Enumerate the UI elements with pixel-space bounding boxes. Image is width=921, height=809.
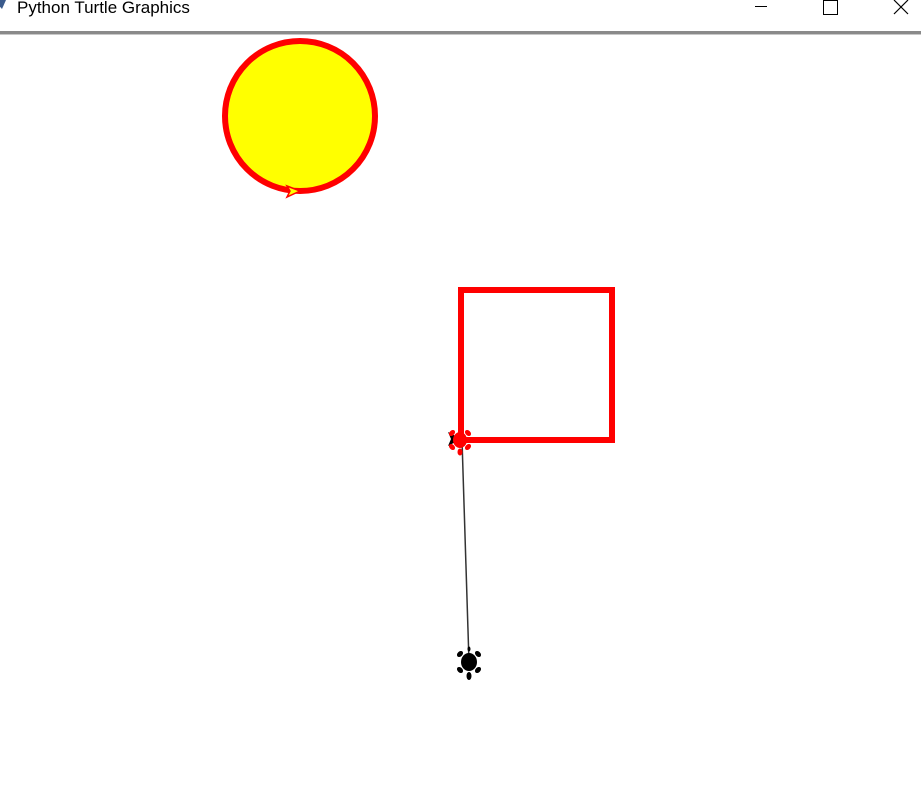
red-square bbox=[458, 287, 615, 443]
maximize-button[interactable] bbox=[806, 0, 852, 20]
minimize-button[interactable] bbox=[738, 0, 784, 20]
maximize-icon bbox=[823, 0, 838, 15]
python-app-icon bbox=[0, 0, 6, 9]
turtle-window: Python Turtle Graphics bbox=[0, 0, 921, 809]
title-bar[interactable]: Python Turtle Graphics bbox=[0, 0, 921, 31]
close-button[interactable] bbox=[876, 0, 921, 20]
minimize-icon bbox=[755, 6, 767, 7]
turtle-canvas[interactable] bbox=[0, 35, 921, 809]
black-line bbox=[461, 439, 470, 663]
close-icon bbox=[893, 0, 909, 15]
yellow-circle bbox=[222, 38, 378, 194]
window-title: Python Turtle Graphics bbox=[17, 0, 190, 17]
